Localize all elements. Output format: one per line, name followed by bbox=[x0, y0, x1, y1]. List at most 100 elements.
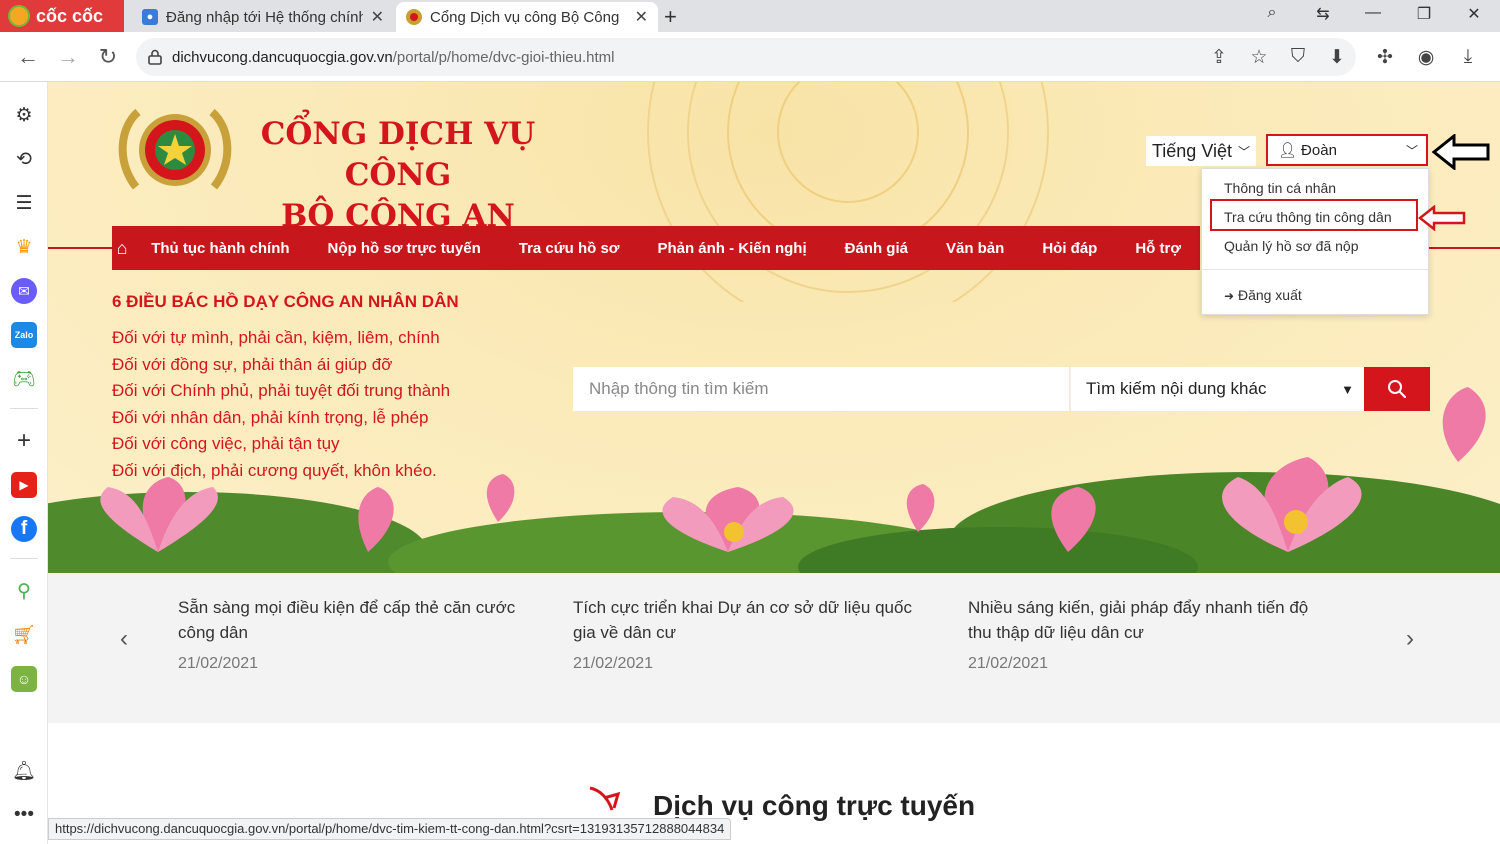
search-icon bbox=[1388, 380, 1407, 399]
annotation-arrow-black-icon bbox=[1432, 134, 1490, 170]
news-date: 21/02/2021 bbox=[573, 655, 654, 672]
news-title: Tích cực triển khai Dự án cơ sở dữ liệu … bbox=[573, 598, 912, 642]
main-navbar: ⌂ Thủ tục hành chính Nộp hồ sơ trực tuyế… bbox=[112, 226, 1200, 270]
url-host: dichvucong.dancuquocgia.gov.vn bbox=[172, 48, 393, 66]
restore-icon[interactable]: ❐ bbox=[1409, 4, 1439, 24]
tab-title: Đăng nhập tới Hệ thống chính bbox=[166, 8, 363, 26]
logout-label: Đăng xuất bbox=[1237, 287, 1302, 303]
search-tabs-icon[interactable]: ⌕ bbox=[1257, 4, 1287, 22]
news-date: 21/02/2021 bbox=[178, 655, 259, 672]
browser-brand-label: cốc cốc bbox=[36, 5, 104, 26]
gamepad-icon[interactable]: 🎮︎ bbox=[11, 366, 37, 392]
teaching-line: Đối với Chính phủ, phải tuyệt đối trung … bbox=[112, 381, 451, 401]
user-icon: 👤︎ bbox=[1278, 142, 1298, 159]
browser-sidebar: ⚙ ⟲ ☰ ♛ ✉ Zalo 🎮︎ + ▶ f ⚲ 🛒︎ ☺ 🔔︎ ••• bbox=[0, 82, 48, 844]
menu-item-personal-info[interactable]: Thông tin cá nhân bbox=[1224, 180, 1336, 196]
teaching-line: Đối với công việc, phải tận tụy bbox=[112, 434, 340, 454]
add-plus-icon[interactable]: + bbox=[11, 427, 37, 454]
teaching-line: Đối với tự mình, phải cần, kiệm, liêm, c… bbox=[112, 328, 440, 347]
uncle-ho-teachings: 6 ĐIỀU BÁC HỒ DẠY CÔNG AN NHÂN DÂN Đối v… bbox=[112, 292, 459, 485]
address-bar[interactable]: dichvucong.dancuquocgia.gov.vn/portal/p/… bbox=[136, 38, 1356, 76]
news-carousel: ‹ Sẵn sàng mọi điều kiện để cấp thẻ căn … bbox=[48, 573, 1500, 723]
carousel-next-icon[interactable]: › bbox=[1406, 625, 1414, 653]
emblem-favicon-icon bbox=[406, 9, 422, 25]
tab-login[interactable]: ● Đăng nhập tới Hệ thống chính ✕ bbox=[132, 2, 394, 32]
crown-icon[interactable]: ♛ bbox=[11, 234, 37, 260]
search-button[interactable] bbox=[1364, 367, 1430, 411]
news-item[interactable]: Nhiều sáng kiến, giải pháp đẩy nhanh tiế… bbox=[968, 595, 1328, 673]
facebook-icon[interactable]: f bbox=[11, 516, 37, 542]
teaching-line: Đối với đồng sự, phải thân ái giúp đỡ bbox=[112, 354, 393, 374]
forward-arrow-icon[interactable]: → bbox=[54, 44, 82, 70]
browser-tab-bar: cốc cốc ● Đăng nhập tới Hệ thống chính ✕… bbox=[0, 0, 1500, 32]
star-bookmark-icon[interactable]: ☆ bbox=[1246, 46, 1272, 69]
reading-list-icon[interactable]: ☰ bbox=[11, 190, 37, 216]
browser-toolbar: ← → ↻ dichvucong.dancuquocgia.gov.vn/por… bbox=[0, 32, 1500, 82]
game-avatar-icon[interactable]: ☺ bbox=[11, 666, 37, 692]
sidebar-divider bbox=[10, 408, 38, 409]
teaching-line: Đối với nhân dân, phải kính trọng, lễ ph… bbox=[112, 407, 429, 427]
search-input[interactable] bbox=[573, 367, 1069, 411]
tab-switch-icon[interactable]: ⇆ bbox=[1308, 4, 1338, 24]
site-title: CỔNG DỊCH VỤ CÔNG BỘ CÔNG AN bbox=[238, 114, 558, 237]
annotation-arrow-red-icon bbox=[1418, 205, 1466, 231]
language-select[interactable]: Tiếng Việt ﹀ bbox=[1146, 136, 1256, 166]
nav-item-tra-cuu[interactable]: Tra cứu hồ sơ bbox=[500, 240, 639, 257]
menu-item-citizen-lookup[interactable]: Tra cứu thông tin công dân bbox=[1224, 209, 1392, 225]
chevron-down-icon: ﹀ bbox=[1238, 144, 1251, 159]
minimize-icon[interactable]: — bbox=[1358, 4, 1388, 22]
new-tab-plus-icon[interactable]: + bbox=[664, 4, 677, 30]
nav-item-ho-tro[interactable]: Hỗ trợ bbox=[1116, 240, 1200, 257]
shopping-cart-icon[interactable]: 🛒︎ bbox=[11, 622, 37, 648]
profile-icon[interactable]: ◉ bbox=[1413, 46, 1439, 69]
nav-item-danh-gia[interactable]: Đánh giá bbox=[826, 240, 927, 257]
coccoc-logo-icon bbox=[8, 5, 30, 27]
download-box-icon[interactable]: ⬇ bbox=[1324, 46, 1350, 69]
messenger-icon[interactable]: ✉ bbox=[11, 278, 37, 304]
history-icon[interactable]: ⟲ bbox=[11, 146, 37, 172]
news-item[interactable]: Sẵn sàng mọi điều kiện để cấp thẻ căn cư… bbox=[178, 595, 538, 673]
notification-bell-icon[interactable]: 🔔︎ bbox=[11, 758, 37, 784]
user-dropdown-menu: Thông tin cá nhân Tra cứu thông tin công… bbox=[1201, 168, 1429, 315]
share-icon[interactable]: ⇪ bbox=[1206, 46, 1232, 69]
nav-item-van-ban[interactable]: Văn bản bbox=[927, 240, 1023, 257]
news-item[interactable]: Tích cực triển khai Dự án cơ sở dữ liệu … bbox=[573, 595, 933, 673]
webpage: CỔNG DỊCH VỤ CÔNG BỘ CÔNG AN Tiếng Việt … bbox=[48, 82, 1500, 844]
reload-icon[interactable]: ↻ bbox=[94, 44, 122, 70]
menu-item-logout[interactable]: ➜ Đăng xuất bbox=[1224, 287, 1302, 303]
shield-icon[interactable]: ⛉ bbox=[1285, 46, 1311, 68]
youtube-icon[interactable]: ▶ bbox=[11, 472, 37, 498]
language-label: Tiếng Việt bbox=[1151, 140, 1233, 161]
zalo-icon[interactable]: Zalo bbox=[11, 322, 37, 348]
window-close-icon[interactable]: ✕ bbox=[1459, 4, 1489, 24]
browser-brand[interactable]: cốc cốc bbox=[0, 0, 124, 32]
tab-portal[interactable]: Cổng Dịch vụ công Bộ Công ✕ bbox=[396, 2, 658, 32]
user-menu-toggle[interactable]: 👤︎ Đoàn ﹀ bbox=[1266, 134, 1428, 166]
carousel-prev-icon[interactable]: ‹ bbox=[120, 625, 128, 653]
menu-item-submitted-files[interactable]: Quản lý hồ sơ đã nộp bbox=[1224, 238, 1359, 254]
chevron-down-icon: ▼ bbox=[1341, 381, 1354, 397]
nav-item-phan-anh[interactable]: Phản ánh - Kiến nghị bbox=[638, 240, 825, 257]
chevron-down-icon: ﹀ bbox=[1405, 143, 1418, 158]
tab-title: Cổng Dịch vụ công Bộ Công bbox=[430, 8, 620, 26]
news-title: Nhiều sáng kiến, giải pháp đẩy nhanh tiế… bbox=[968, 598, 1309, 642]
news-title: Sẵn sàng mọi điều kiện để cấp thẻ căn cư… bbox=[178, 598, 516, 642]
nav-item-thu-tuc[interactable]: Thủ tục hành chính bbox=[132, 240, 308, 257]
map-pin-icon[interactable]: ⚲ bbox=[11, 578, 37, 604]
close-icon[interactable]: ✕ bbox=[371, 7, 384, 27]
nav-item-hoi-dap[interactable]: Hỏi đáp bbox=[1023, 240, 1116, 257]
nav-item-nop-ho-so[interactable]: Nộp hồ sơ trực tuyến bbox=[309, 240, 500, 257]
close-icon[interactable]: ✕ bbox=[635, 7, 648, 27]
settings-gear-icon[interactable]: ⚙ bbox=[11, 102, 37, 128]
news-date: 21/02/2021 bbox=[968, 655, 1049, 672]
search-category-value: Tìm kiếm nội dung khác bbox=[1086, 379, 1267, 398]
user-name: Đoàn bbox=[1301, 141, 1337, 159]
back-arrow-icon[interactable]: ← bbox=[14, 44, 42, 70]
home-icon[interactable]: ⌂ bbox=[112, 238, 132, 259]
search-category-select[interactable]: Tìm kiếm nội dung khác ▼ bbox=[1070, 367, 1364, 411]
more-options-icon[interactable]: ••• bbox=[11, 802, 37, 828]
sidebar-divider bbox=[10, 558, 38, 559]
extensions-puzzle-icon[interactable]: ✣ bbox=[1372, 46, 1398, 69]
downloads-icon[interactable]: ⤓ bbox=[1455, 46, 1481, 68]
hero-banner: CỔNG DỊCH VỤ CÔNG BỘ CÔNG AN Tiếng Việt … bbox=[48, 82, 1500, 573]
